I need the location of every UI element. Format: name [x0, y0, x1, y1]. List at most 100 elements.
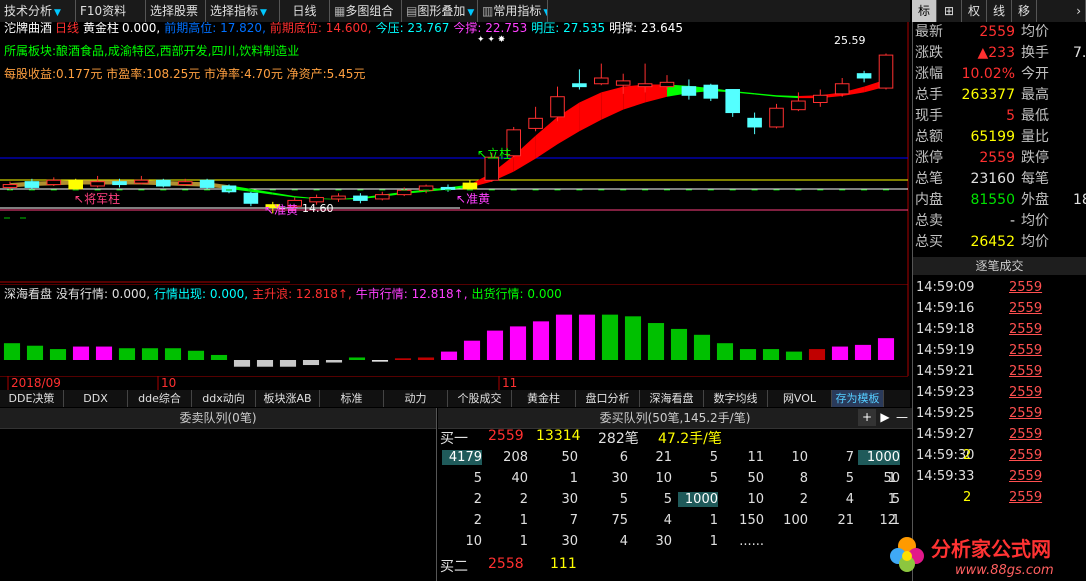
line-button[interactable]: 线 [987, 0, 1012, 22]
indicator-tab[interactable]: 黄金柱 [512, 390, 576, 407]
quote-label: 现手 [915, 108, 943, 124]
quote-label-2: 外盘 [1021, 192, 1049, 208]
sub-bar [670, 328, 688, 360]
candle[interactable] [221, 184, 237, 194]
sub-bar [532, 321, 550, 360]
month-label-sep: 2018/09 [11, 376, 61, 390]
tab-multi-chart[interactable]: ▦多图组合 [330, 0, 402, 22]
candle[interactable] [68, 178, 83, 191]
candle[interactable] [703, 83, 719, 102]
quote-label-2: 每笔 [1021, 171, 1049, 187]
tick-time: 14:59:16 [916, 301, 975, 316]
quote-row: 涨幅 10.02% 今开 [913, 64, 1086, 84]
candle[interactable] [725, 89, 740, 117]
tab-select-indicator[interactable]: 选择指标 ▼ [206, 0, 280, 22]
sub-bar [348, 357, 366, 360]
indicator-tab[interactable]: 存为模板 [832, 390, 884, 407]
sub-bar [739, 349, 757, 360]
quote-row: 内盘 81550 外盘 181 [913, 190, 1086, 210]
quote-value: ▲233 [977, 45, 1016, 61]
marker-icon: ✦ ✦ ✸ [477, 35, 506, 45]
sub-bar [509, 326, 527, 360]
quote-label-2: 换手 [1021, 45, 1049, 61]
tab-label: 常用指标 [493, 4, 542, 18]
tick-row: 2 2559 [913, 487, 1086, 508]
indicator-tab[interactable]: 网VOL [768, 390, 832, 407]
quote-value: 26452 [970, 234, 1015, 250]
tab-common-indicators[interactable]: ▥常用指标▼ [478, 0, 548, 22]
indicator-tab[interactable]: dde综合 [128, 390, 192, 407]
tab-daily[interactable]: 日线 [280, 0, 330, 22]
sub-s5: 出货行情: 0.000 [472, 286, 562, 301]
sub-bar [3, 343, 21, 360]
quote-label: 总手 [915, 87, 943, 103]
sub-bar [624, 316, 642, 360]
tab-select-stock[interactable]: 选择股票 [146, 0, 206, 22]
tick-price: 2559 [1009, 364, 1043, 379]
quote-label: 涨幅 [915, 66, 943, 82]
buy-queue-cell: 4179 [442, 450, 482, 465]
buy-queue-cell: 6 [619, 450, 628, 465]
sub-bar [49, 349, 67, 360]
quote-value: 23160 [970, 171, 1015, 187]
move-button[interactable]: 移 [1012, 0, 1037, 22]
sub-bar [854, 344, 872, 360]
indicator-tab[interactable]: DDX [64, 390, 128, 407]
candle[interactable] [878, 53, 894, 90]
today-support: 今撑: 22.753 [453, 22, 527, 35]
right-button[interactable]: 权 [962, 0, 987, 22]
sub-bar [555, 314, 573, 360]
sub-bar [785, 351, 803, 360]
tab-f10[interactable]: F10资料 [76, 0, 146, 22]
right-toolbar: 标 ⊞ 权 线 移 › [912, 0, 1086, 23]
indicator-tab[interactable]: 板块涨AB [256, 390, 320, 407]
quote-label: 最新 [915, 24, 943, 40]
tick-row: 14:59:30 2 2559 [913, 445, 1086, 466]
more-button[interactable]: › [1037, 0, 1086, 22]
candle[interactable] [156, 178, 171, 188]
indicator-tab[interactable]: 标准 [320, 390, 384, 407]
indicator-tab[interactable]: 盘口分析 [576, 390, 640, 407]
tab-tech-analysis[interactable]: 技术分析 ▼ [0, 0, 76, 22]
indicator-tab[interactable]: DDE决策 [0, 390, 64, 407]
quote-value-2: 181 [1073, 192, 1086, 208]
sub-bar [72, 346, 90, 360]
add-icon[interactable]: + [858, 409, 876, 426]
tick-price: 2559 [1009, 427, 1043, 442]
tick-price: 2559 [1009, 385, 1043, 400]
buy-queue-cell: 30 [655, 534, 672, 549]
annotation-lizhu: ↖立柱 [477, 146, 511, 161]
indicator-tab[interactable]: 个股成交 [448, 390, 512, 407]
tick-price: 2559 [1009, 322, 1043, 337]
watermark-url: www.88gs.com [955, 563, 1054, 578]
tab-label: 日线 [292, 4, 317, 18]
indicator-tab[interactable]: 数字均线 [704, 390, 768, 407]
tick-price: 2559 [1009, 280, 1043, 295]
buy-queue-cell: 4 [663, 513, 672, 528]
buy-queue-cell: 4 [845, 492, 854, 507]
candle[interactable] [199, 178, 215, 189]
quote-value: 263377 [961, 87, 1015, 103]
main-candlestick-chart[interactable]: 沱牌曲酒 日线 黄金柱 0.000, 前期高位: 17.820, 前期底位: 14.600… [0, 22, 910, 284]
grid-button[interactable]: ⊞ [937, 0, 962, 22]
sub-bar [256, 360, 274, 367]
indicator-tab[interactable]: 动力 [384, 390, 448, 407]
indicator-tab[interactable]: 深海看盘 [640, 390, 704, 407]
sub-bar [440, 351, 458, 360]
tick-time: 14:59:25 [916, 406, 975, 421]
buy-1-buy1_count: 282笔 [598, 431, 639, 447]
play-icon[interactable]: ▶ [878, 409, 892, 426]
tick-time: 14:59:21 [916, 364, 975, 379]
buy-queue-cell: 5 [891, 492, 900, 507]
tab-label: 选择股票 [150, 4, 199, 18]
tab-overlay[interactable]: ▤图形叠加 ▼ [402, 0, 478, 22]
minus-icon[interactable]: — [894, 409, 910, 426]
indicator-tab[interactable]: ddx动向 [192, 390, 256, 407]
buy-queue-cell: 100 [783, 513, 808, 528]
tick-row: 14:59:23 2559 [913, 382, 1086, 403]
sub-bar [26, 345, 44, 360]
sub-indicator-chart[interactable]: 深海看盘 没有行情: 0.000, 行情出现: 0.000, 主升浪: 12.818↑… [0, 284, 910, 376]
sub-bar [118, 348, 136, 360]
mark-button[interactable]: 标 [912, 0, 937, 22]
month-label-oct: 10 [161, 376, 176, 390]
